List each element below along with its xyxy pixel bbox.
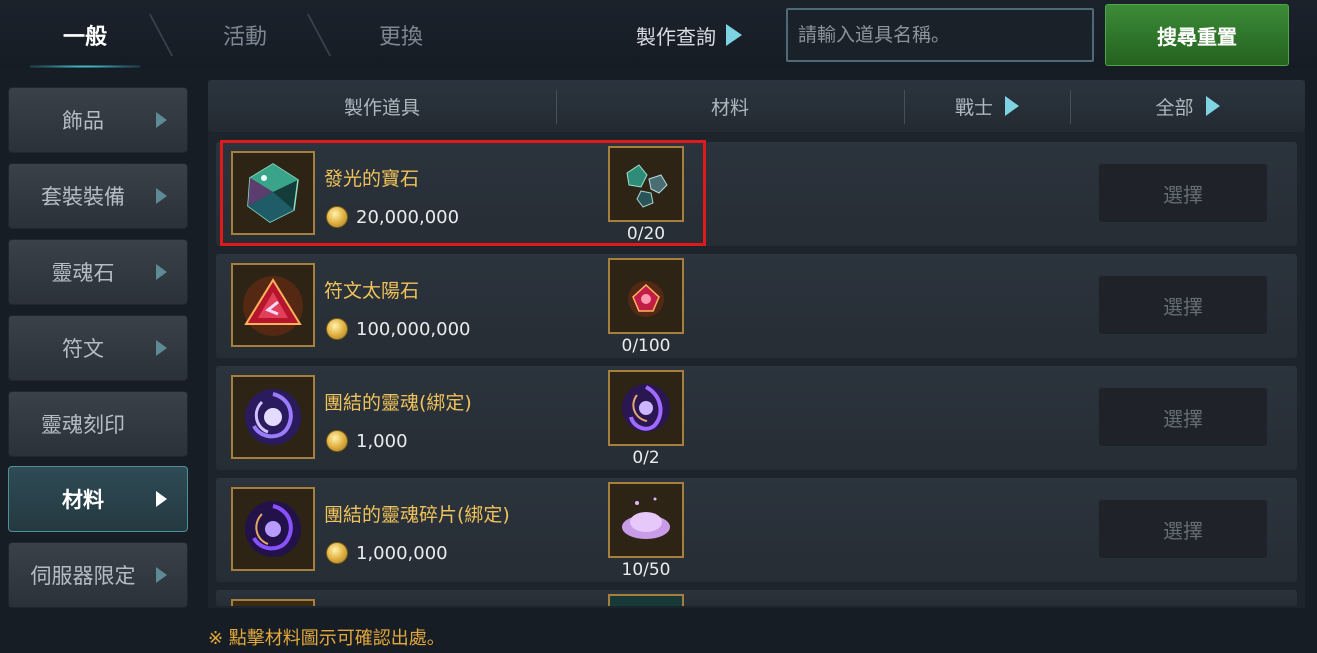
play-arrow-icon — [726, 24, 742, 46]
class-filter-label: 戰士 — [954, 96, 993, 119]
gold-coin-icon — [326, 318, 348, 340]
gold-coin-icon — [326, 430, 348, 452]
price: 20,000,000 — [326, 206, 459, 228]
tab-exchange[interactable]: 更換 — [326, 0, 476, 70]
chevron-right-icon — [156, 340, 167, 356]
price-value: 1,000,000 — [356, 542, 448, 564]
sidebar-item-server-exclusive[interactable]: 伺服器限定 — [8, 542, 188, 608]
tab-event[interactable]: 活動 — [170, 0, 320, 70]
source-hint-note: ※ 點擊材料圖示可確認出處。 — [208, 628, 445, 649]
sidebar-item-label: 材料 — [62, 488, 104, 512]
soul-flame-icon[interactable] — [608, 370, 684, 446]
search-reset-button[interactable]: 搜尋重置 — [1105, 4, 1289, 66]
rune-sunstone-icon[interactable] — [231, 263, 315, 347]
soul-dust-icon[interactable] — [608, 482, 684, 558]
list-item — [216, 590, 1297, 606]
sidebar-item-soul-engraving[interactable]: 靈魂刻印 — [8, 391, 188, 457]
class-filter-dropdown[interactable]: 戰士 — [904, 80, 1070, 132]
sidebar-item-rune[interactable]: 符文 — [8, 315, 188, 381]
chevron-right-icon — [156, 112, 167, 128]
material-count: 10/50 — [621, 560, 671, 580]
price: 1,000 — [326, 430, 408, 452]
item-name: 發光的寶石 — [324, 168, 420, 190]
price-value: 100,000,000 — [356, 318, 471, 340]
item-name: 符文太陽石 — [324, 280, 420, 302]
column-header-craft-item: 製作道具 — [208, 80, 556, 132]
column-label: 材料 — [710, 96, 749, 119]
sidebar-item-set-equipment[interactable]: 套裝裝備 — [8, 163, 188, 229]
sidebar-item-label: 靈魂石 — [51, 261, 115, 285]
column-label: 製作道具 — [343, 96, 420, 119]
play-arrow-icon — [1205, 96, 1220, 116]
select-button[interactable]: 選擇 — [1098, 163, 1268, 223]
material-icon-partial — [608, 594, 684, 606]
tab-general[interactable]: 一般 — [10, 0, 160, 70]
chevron-right-icon — [156, 567, 167, 583]
sidebar-item-label: 飾品 — [62, 109, 104, 133]
sidebar-item-materials[interactable]: 材料 — [8, 466, 188, 532]
item-name: 團結的靈魂碎片(綁定) — [324, 504, 510, 526]
material-count: 0/100 — [621, 336, 671, 356]
material-count: 0/20 — [626, 224, 666, 244]
play-arrow-icon — [1005, 96, 1019, 116]
gold-coin-icon — [326, 206, 348, 228]
category-filter-label: 全部 — [1155, 96, 1194, 119]
item-icon-partial — [231, 599, 315, 606]
sidebar-item-label: 靈魂刻印 — [41, 413, 125, 437]
sidebar-item-label: 套裝裝備 — [41, 185, 125, 209]
item-name: 團結的靈魂(綁定) — [324, 392, 472, 414]
craft-query-button[interactable]: 製作查詢 — [636, 0, 742, 70]
sidebar-item-accessories[interactable]: 飾品 — [8, 87, 188, 153]
chevron-right-icon — [156, 491, 167, 507]
red-crystal-icon[interactable] — [608, 258, 684, 334]
price-value: 20,000,000 — [356, 206, 460, 228]
price: 100,000,000 — [326, 318, 471, 340]
glowing-gem-icon[interactable] — [231, 151, 315, 235]
column-header-material: 材料 — [556, 80, 904, 132]
price: 1,000,000 — [326, 542, 448, 564]
gem-fragments-icon[interactable] — [608, 146, 684, 222]
item-search-input[interactable] — [786, 8, 1094, 62]
sidebar-item-label: 伺服器限定 — [30, 564, 136, 588]
chevron-right-icon — [156, 188, 167, 204]
sidebar-item-soulstone[interactable]: 靈魂石 — [8, 239, 188, 305]
sidebar-item-label: 符文 — [62, 337, 104, 361]
category-filter-dropdown[interactable]: 全部 — [1070, 80, 1305, 132]
select-button[interactable]: 選擇 — [1098, 275, 1268, 335]
gold-coin-icon — [326, 542, 348, 564]
united-soul-icon[interactable] — [231, 375, 315, 459]
price-value: 1,000 — [356, 430, 408, 452]
craft-query-label: 製作查詢 — [636, 24, 716, 49]
chevron-right-icon — [156, 264, 167, 280]
soul-fragment-icon[interactable] — [231, 487, 315, 571]
select-button[interactable]: 選擇 — [1098, 387, 1268, 447]
material-count: 0/2 — [632, 448, 660, 468]
select-button[interactable]: 選擇 — [1098, 499, 1268, 559]
